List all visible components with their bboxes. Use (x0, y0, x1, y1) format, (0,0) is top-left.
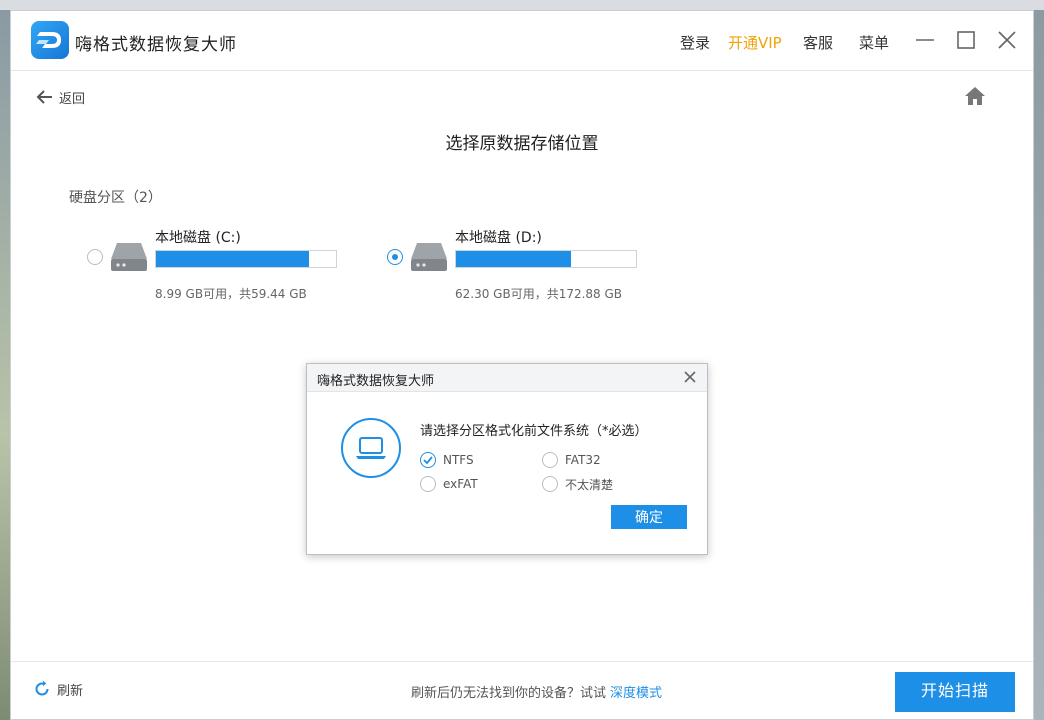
fat32-radio[interactable] (542, 452, 558, 468)
deep-mode-link[interactable]: 深度模式 (610, 686, 662, 701)
home-icon (965, 87, 985, 105)
app-title: 嗨格式数据恢复大师 (75, 35, 237, 55)
app-logo-icon (31, 21, 69, 59)
close-button[interactable] (996, 29, 1018, 51)
disk-c-name: 本地磁盘 (C:) (155, 230, 241, 246)
disk-c-usage-bar (155, 250, 337, 268)
footer-hint-text: 刷新后仍无法找到你的设备？试试 (411, 686, 607, 701)
check-icon (423, 456, 433, 465)
disk-d-usage-bar (455, 250, 637, 268)
footer-hint: 刷新后仍无法找到你的设备？试试 深度模式 (411, 682, 662, 701)
desktop-background-right (1034, 10, 1044, 720)
disk-c-usage-fill (156, 251, 309, 267)
hard-drive-icon (109, 239, 149, 275)
option-exfat-label: exFAT (443, 477, 478, 491)
option-fat32[interactable]: FAT32 (542, 451, 601, 469)
disk-d-radio[interactable] (387, 249, 403, 265)
start-scan-button[interactable]: 开始扫描 (895, 672, 1015, 712)
option-ntfs-label: NTFS (443, 453, 474, 467)
unsure-radio[interactable] (542, 476, 558, 492)
minimize-icon (916, 39, 934, 41)
back-label: 返回 (59, 91, 86, 107)
maximize-icon (957, 31, 975, 49)
menu-link[interactable]: 菜单 (859, 32, 889, 53)
home-button[interactable] (963, 85, 987, 107)
option-exfat[interactable]: exFAT (420, 475, 478, 493)
maximize-button[interactable] (955, 29, 977, 51)
option-fat32-label: FAT32 (565, 453, 601, 467)
hard-drive-icon (409, 239, 449, 275)
dialog-close-button[interactable] (681, 368, 699, 386)
customer-service-link[interactable]: 客服 (803, 32, 833, 53)
disk-card-c[interactable]: 本地磁盘 (C:) 8.99 GB可用，共59.44 GB (87, 225, 367, 301)
dialog-prompt: 请选择分区格式化前文件系统（*必选） (420, 424, 648, 439)
disk-d-usage-fill (456, 251, 572, 267)
login-link[interactable]: 登录 (680, 32, 710, 53)
close-icon (684, 371, 696, 383)
minimize-button[interactable] (914, 29, 936, 51)
ntfs-radio[interactable] (420, 452, 436, 468)
option-ntfs[interactable]: NTFS (420, 451, 474, 469)
title-bar: 嗨格式数据恢复大师 登录 开通VIP 客服 菜单 (11, 11, 1033, 71)
confirm-button[interactable]: 确定 (611, 505, 687, 529)
app-window: 嗨格式数据恢复大师 登录 开通VIP 客服 菜单 返回 选择原数据存储位置 硬盘… (10, 10, 1034, 720)
footer-bar: 刷新 刷新后仍无法找到你的设备？试试 深度模式 开始扫描 (11, 661, 1033, 719)
page-title: 选择原数据存储位置 (445, 134, 599, 154)
vip-link[interactable]: 开通VIP (728, 32, 782, 53)
laptop-icon (340, 417, 402, 479)
option-unsure-label: 不太清楚 (565, 477, 614, 492)
refresh-label: 刷新 (57, 683, 84, 699)
close-icon (998, 31, 1016, 49)
desktop-background-top (0, 0, 1044, 10)
disk-d-name: 本地磁盘 (D:) (455, 230, 542, 246)
dialog-header: 嗨格式数据恢复大师 (307, 364, 707, 392)
partition-section-label: 硬盘分区（2） (69, 190, 162, 206)
file-system-dialog: 嗨格式数据恢复大师 请选择分区格式化前文件系统（*必选） NTFS FAT32 … (306, 363, 708, 555)
refresh-icon (35, 680, 49, 696)
option-unsure[interactable]: 不太清楚 (542, 475, 613, 493)
exfat-radio[interactable] (420, 476, 436, 492)
disk-d-size: 62.30 GB可用，共172.88 GB (455, 287, 623, 301)
disk-c-size: 8.99 GB可用，共59.44 GB (155, 287, 307, 301)
desktop-background-left (0, 10, 10, 720)
arrow-left-icon (36, 90, 52, 104)
refresh-button[interactable]: 刷新 (33, 679, 83, 699)
back-button[interactable]: 返回 (35, 87, 85, 107)
disk-c-radio[interactable] (87, 249, 103, 265)
dialog-title: 嗨格式数据恢复大师 (317, 374, 435, 389)
disk-card-d[interactable]: 本地磁盘 (D:) 62.30 GB可用，共172.88 GB (387, 225, 667, 301)
